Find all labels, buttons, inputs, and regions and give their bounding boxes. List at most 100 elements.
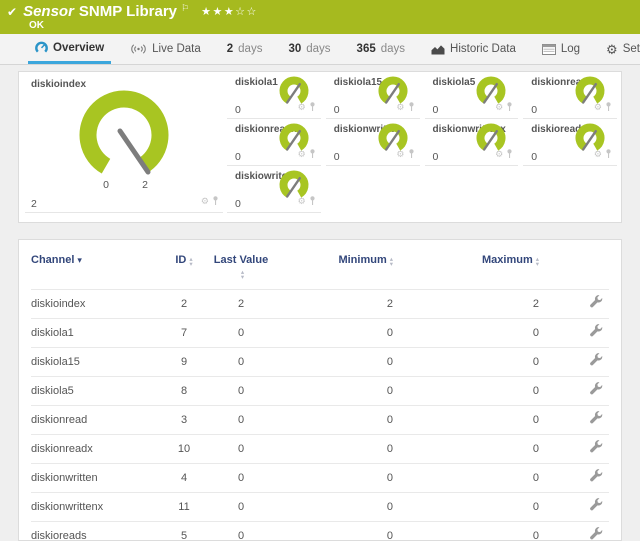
channel-settings-wrench-icon[interactable] [588,295,603,310]
tab-live-data[interactable]: Live Data [123,34,208,64]
pin-icon[interactable] [408,98,415,116]
gauge-tile-diskionread[interactable]: diskionread 0 ⚙ [523,72,617,119]
tab-2-days[interactable]: 2 days [220,34,270,64]
column-header-channel[interactable]: Channel▾ [31,240,155,290]
column-header-id[interactable]: ID▴▾ [155,240,213,290]
cell-maximum: 0 [393,348,539,377]
gauge-current-value: 0 [334,151,340,163]
gauge-tile-diskionwrittenx[interactable]: diskionwrittenx 0 ⚙ [425,119,519,166]
channel-settings-wrench-icon[interactable] [588,324,603,339]
gauge-tile-diskionreadx[interactable]: diskionreadx 0 ⚙ [227,119,321,166]
gauge-settings-gear-icon[interactable]: ⚙ [298,150,306,159]
channel-settings-wrench-icon[interactable] [588,469,603,484]
pin-icon[interactable] [408,145,415,163]
column-header-last-value[interactable]: Last Value▴▾ [213,240,269,290]
gauge-settings-gear-icon[interactable]: ⚙ [396,150,404,159]
table-row[interactable]: diskionreadx 10 0 0 0 [31,435,609,464]
sort-icon: ▴▾ [241,271,244,280]
cell-id: 3 [155,406,213,435]
pin-icon[interactable] [506,98,513,116]
cell-last-value: 2 [213,290,269,319]
table-row[interactable]: diskiola15 9 0 0 0 [31,348,609,377]
gauge-footer-icons: ⚙ [594,145,612,163]
tab-30-days[interactable]: 30 days [281,34,337,64]
sensor-title-row: ✔ Sensor SNMP Library ⚐ ★★★☆☆ [0,0,640,22]
channel-settings-wrench-icon[interactable] [588,411,603,426]
cell-minimum: 0 [269,493,393,522]
cell-minimum: 0 [269,464,393,493]
table-row[interactable]: diskiola1 7 0 0 0 [31,319,609,348]
gauge-tile-diskionwritten[interactable]: diskionwritten 0 ⚙ [326,119,420,166]
gauge-tile-diskiowrites[interactable]: diskiowrites 0 ⚙ [227,166,321,213]
channel-settings-wrench-icon[interactable] [588,527,603,541]
column-header-maximum[interactable]: Maximum▴▾ [393,240,539,290]
gauge-footer: 0 ⚙ [235,192,316,210]
cell-last-value: 0 [213,493,269,522]
cell-maximum: 0 [393,319,539,348]
column-header-minimum[interactable]: Minimum▴▾ [269,240,393,290]
gauge-current-value: 0 [334,104,340,116]
gauge-tile-diskiola5[interactable]: diskiola5 0 ⚙ [425,72,519,119]
tab-365-days[interactable]: 365 days [350,34,412,64]
cell-minimum: 0 [269,377,393,406]
gauge-settings-gear-icon[interactable]: ⚙ [594,103,602,112]
gauge-tile-diskiola1[interactable]: diskiola1 0 ⚙ [227,72,321,119]
gauges-panel: diskioindex 0 2 2 ⚙ diskiola1 0 ⚙ [18,71,622,223]
gauge-tile-diskioreads[interactable]: diskioreads 0 ⚙ [523,119,617,166]
priority-stars[interactable]: ★★★☆☆ [201,4,258,21]
cell-minimum: 0 [269,522,393,541]
pin-icon[interactable] [309,145,316,163]
gauge-footer: 2 ⚙ [31,192,219,210]
tab-historic-data[interactable]: Historic Data [424,34,523,64]
gauge-footer: 0 ⚙ [235,98,316,116]
channel-settings-wrench-icon[interactable] [588,498,603,513]
cell-id: 7 [155,319,213,348]
table-row[interactable]: diskiola5 8 0 0 0 [31,377,609,406]
sort-icon: ▴▾ [390,258,393,267]
gauge-settings-gear-icon[interactable]: ⚙ [298,197,306,206]
gauge-footer-icons: ⚙ [396,145,414,163]
gauge-settings-gear-icon[interactable]: ⚙ [298,103,306,112]
status-ok-check-icon: ✔ [7,4,17,21]
pin-icon[interactable] [605,145,612,163]
gauge-settings-gear-icon[interactable]: ⚙ [396,103,404,112]
gauge-settings-gear-icon[interactable]: ⚙ [594,150,602,159]
gauge-tile-diskioindex[interactable]: diskioindex 0 2 2 ⚙ [25,72,223,213]
table-row[interactable]: diskionread 3 0 0 0 [31,406,609,435]
cell-maximum: 0 [393,406,539,435]
pin-icon[interactable] [605,98,612,116]
gauge-footer-icons: ⚙ [298,192,316,210]
table-row[interactable]: diskionwritten 4 0 0 0 [31,464,609,493]
table-row[interactable]: diskionwrittenx 11 0 0 0 [31,493,609,522]
channel-table-body: diskioindex 2 2 2 2 diskiola1 7 0 0 0 di… [31,290,609,541]
tab-settings[interactable]: ⚙ Settings [599,34,640,64]
gauge-footer: 0 ⚙ [334,145,415,163]
gauge-settings-gear-icon[interactable]: ⚙ [495,150,503,159]
pin-icon[interactable] [309,192,316,210]
channel-settings-wrench-icon[interactable] [588,382,603,397]
cell-minimum: 2 [269,290,393,319]
tab-log[interactable]: Log [535,34,587,64]
cell-id: 11 [155,493,213,522]
cell-channel: diskioreads [31,522,155,541]
gauge-footer-icons: ⚙ [495,98,513,116]
tab-overview[interactable]: Overview [28,34,111,64]
gauge-settings-gear-icon[interactable]: ⚙ [495,103,503,112]
pin-icon[interactable] [309,98,316,116]
sensor-status: OK [0,20,640,31]
table-row[interactable]: diskioreads 5 0 0 0 [31,522,609,541]
gauge-settings-gear-icon[interactable]: ⚙ [201,197,209,206]
cell-maximum: 0 [393,377,539,406]
table-row[interactable]: diskioindex 2 2 2 2 [31,290,609,319]
pin-icon[interactable] [212,192,219,210]
cell-minimum: 0 [269,435,393,464]
gauge-current-value: 0 [235,198,241,210]
pin-icon[interactable] [506,145,513,163]
flag-icon[interactable]: ⚐ [181,0,189,17]
gauge-footer: 0 ⚙ [334,98,415,116]
channel-settings-wrench-icon[interactable] [588,440,603,455]
sort-desc-icon: ▾ [77,255,82,265]
gauge-tile-diskiola15[interactable]: diskiola15 0 ⚙ [326,72,420,119]
channel-settings-wrench-icon[interactable] [588,353,603,368]
cell-id: 2 [155,290,213,319]
